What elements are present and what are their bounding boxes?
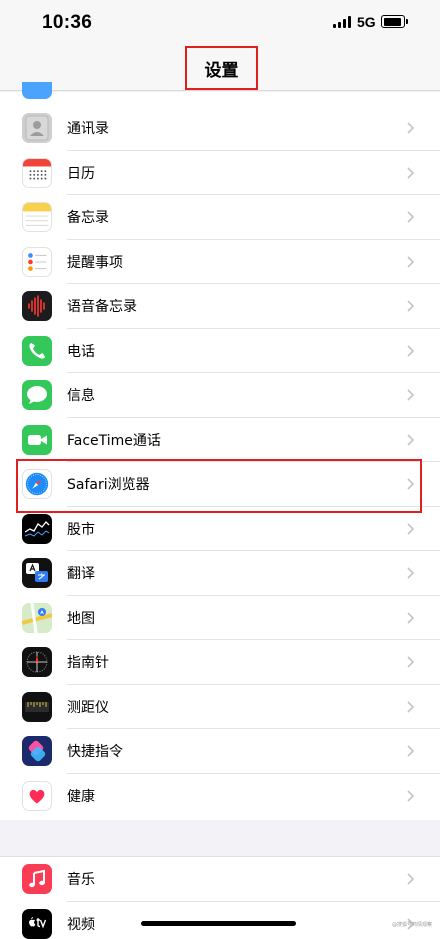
settings-row-facetime[interactable]: FaceTime通话 bbox=[0, 418, 440, 462]
row-label: 日历 bbox=[67, 165, 95, 182]
settings-row-calendar[interactable]: 日历 bbox=[0, 151, 440, 195]
maps-icon bbox=[22, 602, 52, 633]
facetime-icon bbox=[22, 424, 52, 455]
settings-row-messages[interactable]: 信息 bbox=[0, 373, 440, 418]
row-label: FaceTime通话 bbox=[67, 432, 161, 449]
settings-row-compass[interactable]: 指南针 bbox=[0, 640, 440, 685]
chevron-right-icon bbox=[407, 522, 415, 535]
partially-hidden-app-icon bbox=[22, 82, 52, 99]
chevron-right-icon bbox=[407, 611, 415, 624]
row-label: Safari浏览器 bbox=[67, 477, 150, 493]
settings-row-music[interactable]: 音乐 bbox=[0, 857, 440, 902]
stocks-icon bbox=[22, 513, 52, 544]
settings-group-apps: 通讯录 日历 备忘录 提醒事项 语音备忘录 电话 信息 FaceTime通话 S… bbox=[0, 82, 440, 820]
notes-icon bbox=[22, 202, 52, 232]
shortcuts-icon bbox=[22, 736, 52, 766]
measure-icon bbox=[22, 691, 52, 722]
messages-icon bbox=[22, 380, 52, 410]
status-time: 10:36 bbox=[42, 12, 93, 33]
settings-row-reminders[interactable]: 提醒事项 bbox=[0, 240, 440, 284]
settings-row-translate[interactable]: 翻译 bbox=[0, 551, 440, 596]
row-label: 地图 bbox=[67, 610, 95, 627]
compass-icon bbox=[22, 647, 52, 677]
row-label: 指南针 bbox=[67, 655, 109, 671]
safari-icon bbox=[22, 469, 52, 499]
chevron-right-icon bbox=[407, 789, 415, 802]
battery-icon bbox=[381, 15, 405, 28]
settings-row-notes[interactable]: 备忘录 bbox=[0, 195, 440, 240]
settings-row-stocks[interactable]: 股市 bbox=[0, 507, 440, 551]
row-label: 测距仪 bbox=[67, 699, 109, 716]
chevron-right-icon bbox=[407, 656, 415, 668]
row-label: 健康 bbox=[67, 788, 95, 805]
chevron-right-icon bbox=[407, 344, 415, 357]
cellular-signal-icon bbox=[333, 16, 353, 28]
settings-row-phone[interactable]: 电话 bbox=[0, 329, 440, 373]
chevron-right-icon bbox=[407, 211, 415, 223]
network-type: 5G bbox=[357, 14, 376, 30]
settings-row-maps[interactable]: 地图 bbox=[0, 596, 440, 640]
row-label: 股市 bbox=[67, 521, 95, 538]
translate-icon bbox=[22, 558, 52, 588]
row-label: 电话 bbox=[67, 343, 95, 360]
settings-group-media: 音乐 视频 bbox=[0, 856, 440, 939]
phone-icon bbox=[22, 335, 52, 366]
settings-row-shortcuts[interactable]: 快捷指令 bbox=[0, 729, 440, 774]
row-label: 快捷指令 bbox=[67, 744, 123, 760]
page-title: 设置 bbox=[185, 46, 258, 90]
row-label: 翻译 bbox=[67, 566, 95, 582]
row-label: 通讯录 bbox=[67, 121, 109, 137]
watermark: @搜狐号商情观察 bbox=[392, 922, 433, 928]
row-label: 提醒事项 bbox=[67, 254, 123, 271]
row-label: 语音备忘录 bbox=[67, 299, 137, 315]
chevron-right-icon bbox=[407, 389, 415, 401]
chevron-right-icon bbox=[407, 700, 415, 713]
chevron-right-icon bbox=[407, 166, 415, 179]
reminders-icon bbox=[22, 246, 52, 277]
battery-tip bbox=[406, 19, 408, 24]
chevron-right-icon bbox=[407, 567, 415, 579]
health-icon bbox=[22, 780, 52, 811]
row-label: 备忘录 bbox=[67, 210, 109, 226]
row-label: 视频 bbox=[67, 916, 95, 933]
chevron-right-icon bbox=[407, 873, 415, 885]
chevron-right-icon bbox=[407, 433, 415, 446]
music-icon bbox=[22, 864, 52, 894]
chevron-right-icon bbox=[407, 300, 415, 312]
chevron-right-icon bbox=[407, 122, 415, 134]
nav-bar: 设置 bbox=[0, 44, 440, 91]
settings-row-health[interactable]: 健康 bbox=[0, 774, 440, 819]
chevron-right-icon bbox=[407, 745, 415, 757]
chevron-right-icon bbox=[407, 478, 415, 490]
calendar-icon bbox=[22, 157, 52, 188]
settings-row-measure[interactable]: 测距仪 bbox=[0, 685, 440, 729]
chevron-right-icon bbox=[407, 255, 415, 268]
status-bar: 10:36 5G bbox=[0, 0, 440, 44]
home-indicator[interactable] bbox=[141, 921, 296, 926]
settings-row-voice-memos[interactable]: 语音备忘录 bbox=[0, 284, 440, 329]
row-label: 音乐 bbox=[67, 872, 95, 888]
row-label: 信息 bbox=[67, 388, 95, 404]
settings-row-contacts[interactable]: 通讯录 bbox=[0, 106, 440, 151]
tv-icon bbox=[22, 908, 52, 939]
contacts-icon bbox=[22, 113, 52, 143]
settings-row-safari[interactable]: Safari浏览器 bbox=[0, 462, 440, 507]
voice-memos-icon bbox=[22, 291, 52, 321]
